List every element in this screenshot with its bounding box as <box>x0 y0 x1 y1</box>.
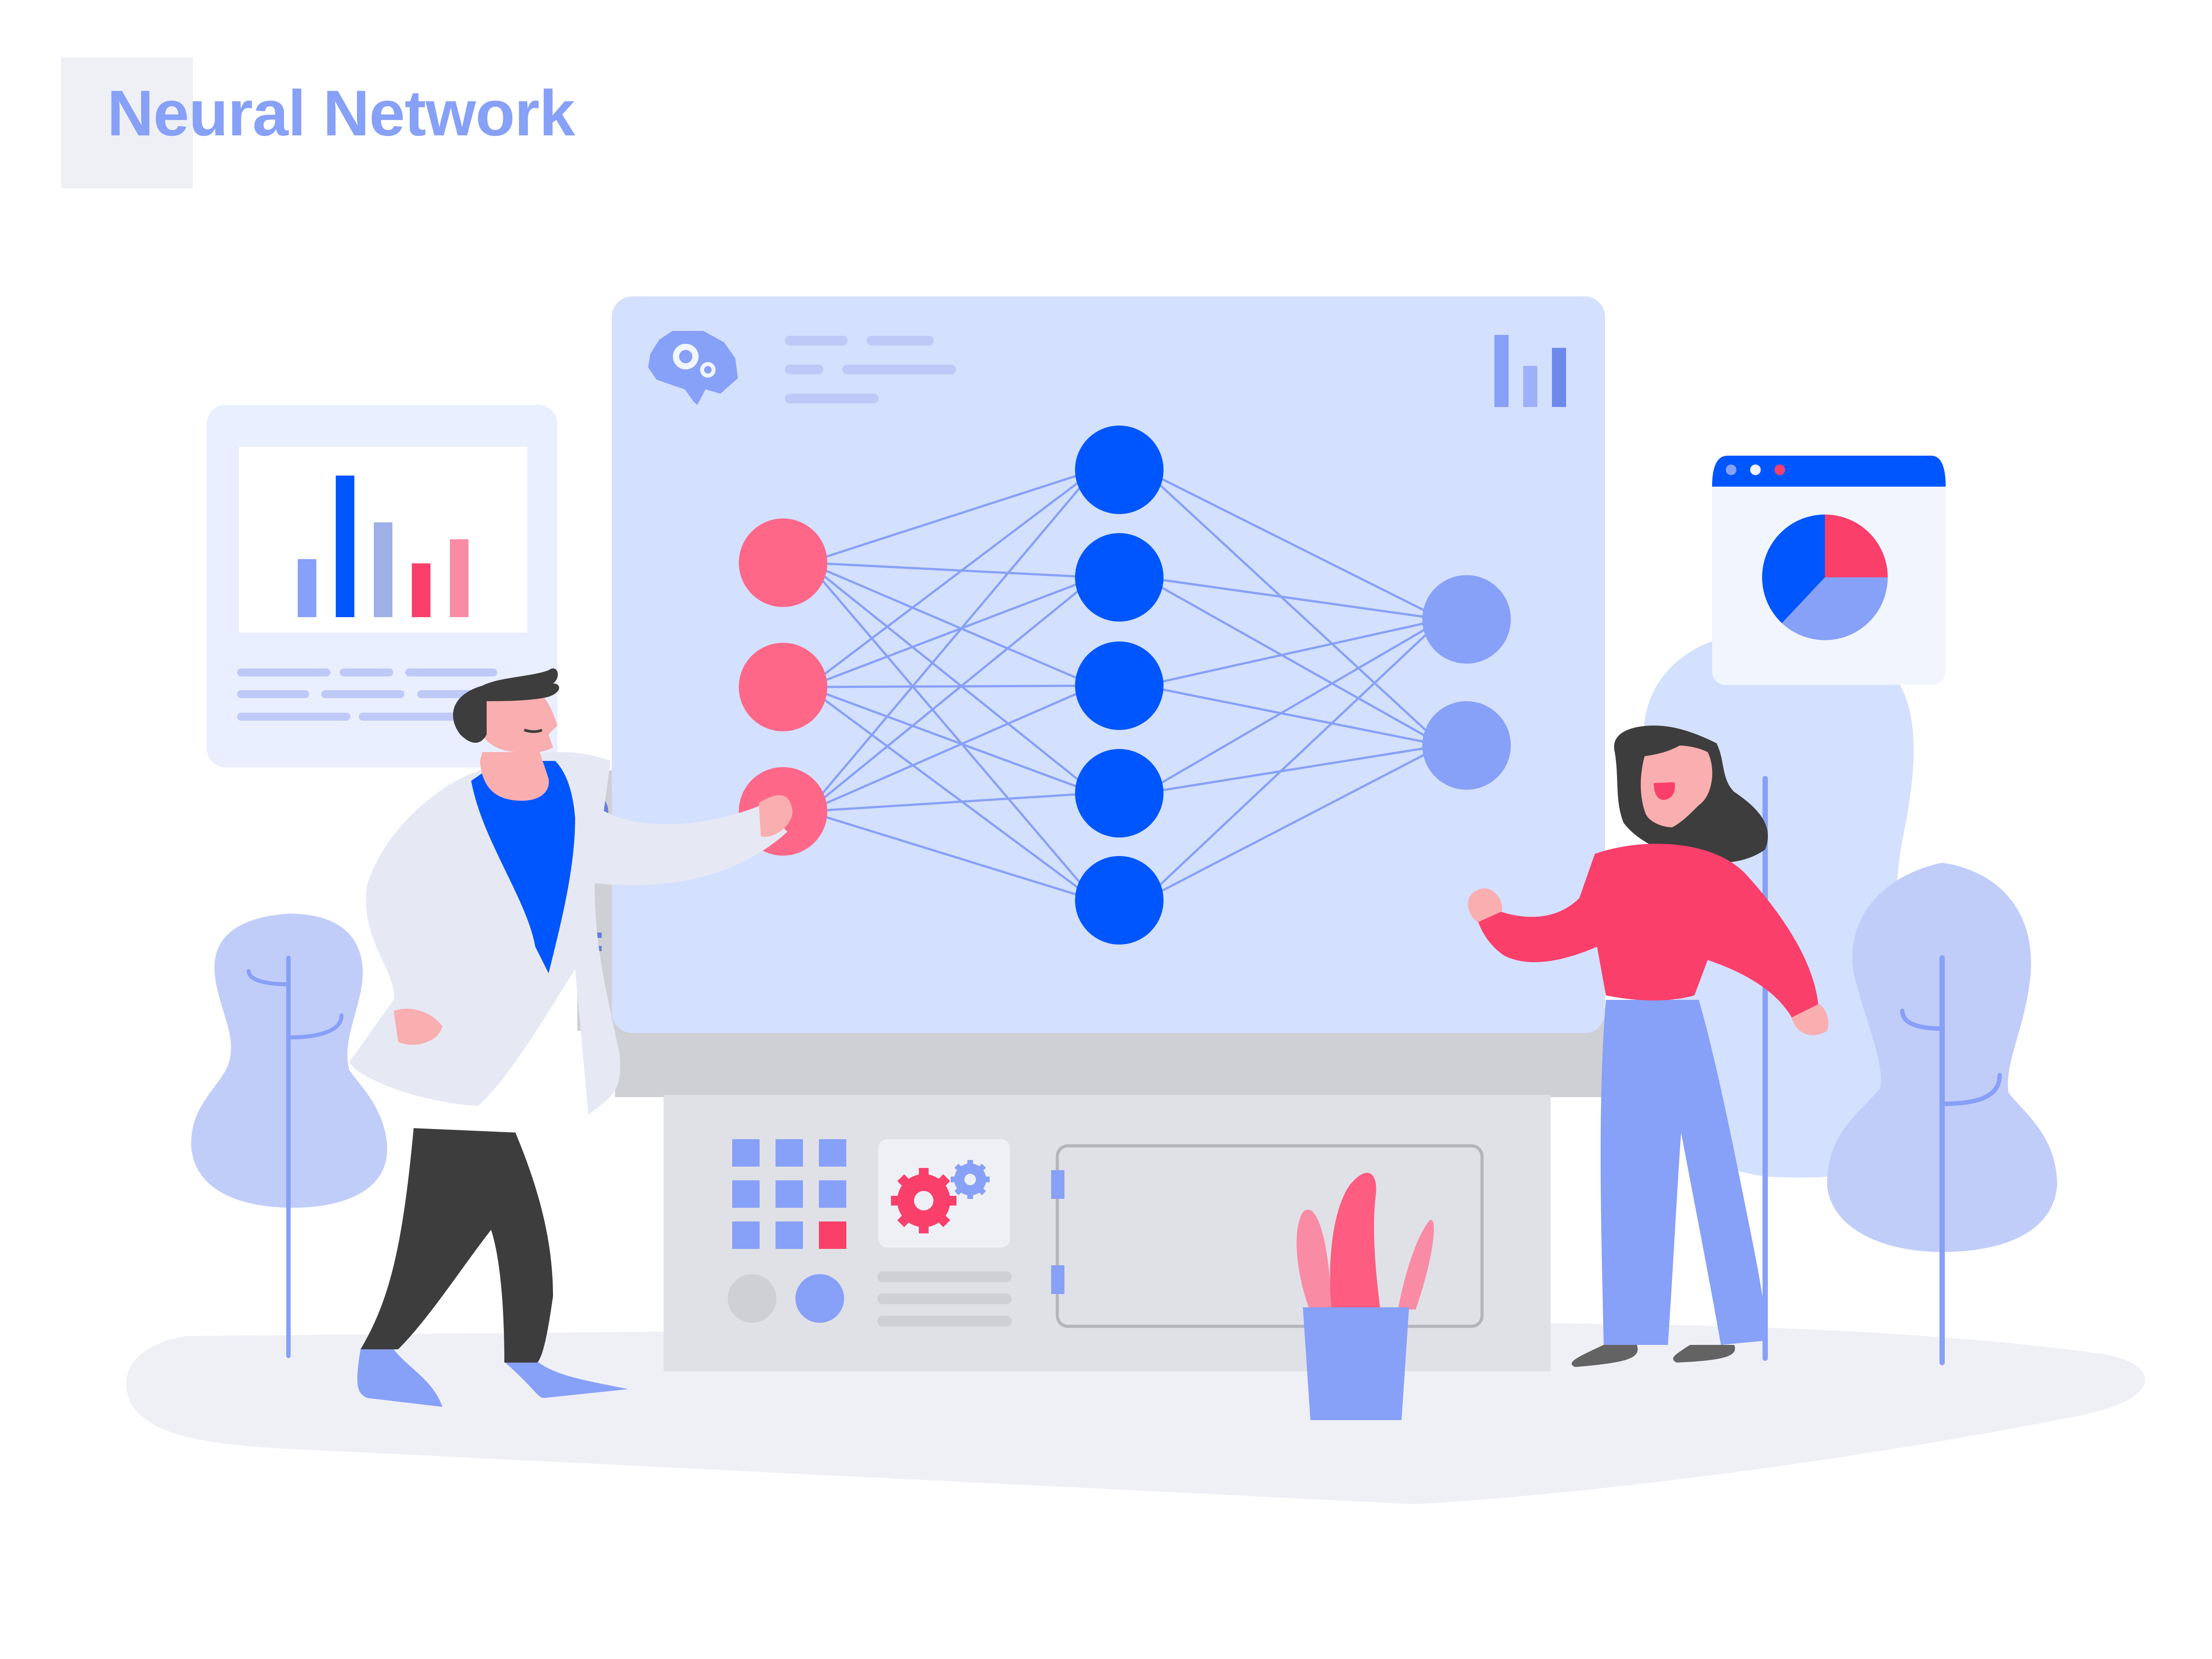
bar <box>336 476 354 617</box>
output-node <box>1422 575 1511 664</box>
display-hinge <box>1051 1170 1064 1199</box>
bar <box>298 559 316 617</box>
gear-icon <box>891 1168 956 1233</box>
input-node <box>739 518 827 607</box>
keypad-key <box>819 1221 846 1249</box>
man-trousers <box>361 1128 553 1363</box>
right-browser-window <box>1712 456 1946 685</box>
window-dot[interactable] <box>1750 465 1761 475</box>
keypad-key <box>819 1139 846 1167</box>
window-dot[interactable] <box>1774 465 1785 475</box>
keypad-key <box>732 1221 760 1249</box>
keypad-key <box>732 1180 760 1208</box>
hidden-node <box>1075 426 1164 514</box>
hidden-node <box>1075 533 1164 622</box>
panel-button-grey[interactable] <box>728 1274 776 1323</box>
keypad-key <box>732 1139 760 1167</box>
keypad-key <box>819 1180 846 1208</box>
display-hinge <box>1051 1265 1064 1294</box>
keypad-key <box>776 1180 803 1208</box>
network-edge <box>807 684 1095 688</box>
hidden-node <box>1075 749 1164 837</box>
bar <box>450 539 469 617</box>
keypad-key <box>776 1221 803 1249</box>
mini-bar <box>1494 335 1509 407</box>
mini-bar <box>1523 366 1537 407</box>
pie-chart <box>1762 514 1888 640</box>
illustration <box>126 296 2146 1504</box>
hidden-node <box>1075 856 1164 945</box>
bar <box>412 563 430 617</box>
hidden-node <box>1075 641 1164 730</box>
bar <box>374 522 392 617</box>
keypad-key <box>776 1139 803 1167</box>
window-dot[interactable] <box>1726 465 1736 475</box>
panel-button-blue[interactable] <box>795 1274 844 1323</box>
mini-bar <box>1552 348 1566 407</box>
output-node <box>1422 701 1511 790</box>
keypad <box>732 1139 846 1249</box>
window-titlebar <box>1712 456 1946 487</box>
input-node <box>739 643 827 731</box>
small-gear-icon <box>951 1160 990 1199</box>
